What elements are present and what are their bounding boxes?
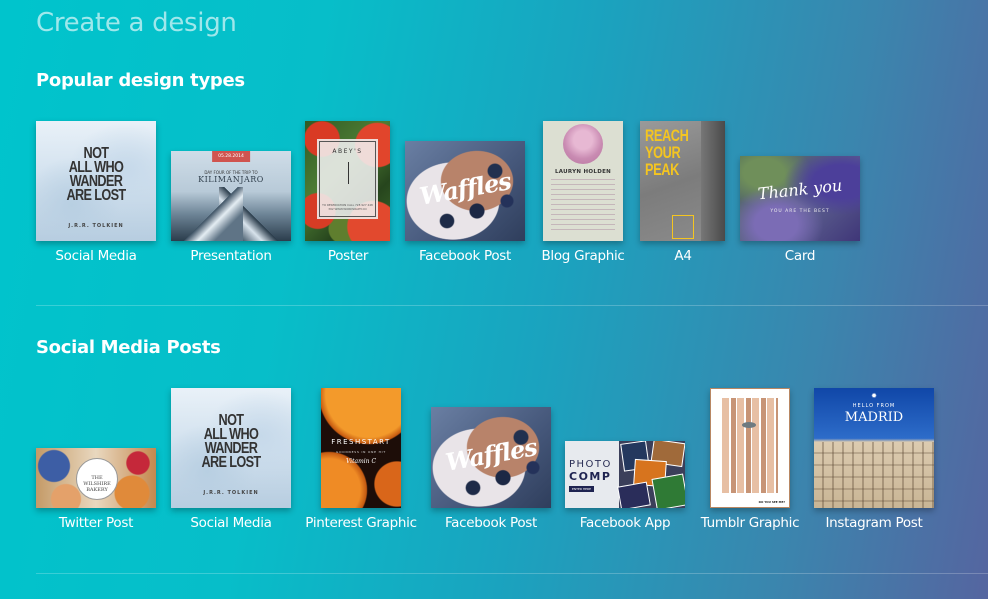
thumbnail-script: Vitamin C	[345, 457, 377, 465]
design-type-label[interactable]: Twitter Post	[59, 515, 133, 531]
thumbnail-a4[interactable]: REACH YOUR PEAK	[640, 121, 725, 241]
thumbnail-author: J.R.R. TOLKIEN	[68, 223, 124, 229]
photo-4	[618, 482, 650, 508]
design-type-label[interactable]: Presentation	[190, 248, 271, 264]
thumbnail-title: ABEY'S	[332, 148, 363, 156]
design-type-label[interactable]: Social Media	[190, 515, 272, 531]
design-type-label[interactable]: Facebook App	[580, 515, 671, 531]
thumbnail-pinterest-graphic[interactable]: FRESHSTART GOODNESS IN ONE HIT Vitamin C	[321, 388, 401, 508]
design-type-label[interactable]: Card	[785, 248, 816, 264]
thumbnail-title: KILIMANJARO	[198, 175, 264, 184]
badge-box	[672, 215, 694, 239]
section-title-popular-design-types: Popular design types	[36, 70, 245, 91]
thumbnail-instagram-post[interactable]: ✹ HELLO FROM MADRID	[814, 388, 934, 508]
mountain-image	[171, 187, 291, 241]
thumbnail-title: FRESHSTART	[331, 438, 391, 447]
design-type-label[interactable]: Poster	[328, 248, 369, 264]
thumbnail-subtitle: YOU ARE THE BEST	[770, 208, 830, 214]
design-type-label[interactable]: Facebook Post	[445, 515, 537, 531]
thumbnail-presentation[interactable]: 05.28.2014 DAY FOUR OF THE TRIP TO KILIM…	[171, 151, 291, 241]
thumbnail-social-media[interactable]: NOT ALL WHO WANDER ARE LOST J.R.R. TOLKI…	[171, 388, 291, 508]
design-type-label[interactable]: A4	[674, 248, 692, 264]
portrait-image	[563, 124, 603, 164]
design-type-label[interactable]: Social Media	[55, 248, 137, 264]
thumbnail-title: LAURYN HOLDEN	[554, 169, 612, 175]
thumbnail-date-badge: 05.28.2014	[212, 151, 250, 162]
photo-5	[652, 474, 685, 508]
thumbnail-title: Thank you	[756, 175, 844, 204]
thumbnail-quote: NOT ALL WHO WANDER ARE LOST	[201, 412, 261, 472]
text-lines	[551, 179, 615, 231]
thumbnail-caption: DO YOU SEE ME?	[758, 500, 785, 504]
thumbnail-facebook-app[interactable]: PHOTO COMP ENTER HERE	[565, 441, 685, 508]
thumbnail-facebook-post[interactable]: Waffles	[431, 407, 551, 508]
thumbnail-headline: REACH YOUR PEAK	[645, 126, 689, 179]
design-type-label[interactable]: Facebook Post	[419, 248, 511, 264]
thumbnail-poster[interactable]: ABEY'S TO RESERVATION CALL 728 927 448 3…	[305, 121, 390, 241]
thumbnail-title: MADRID	[844, 410, 904, 425]
rock-image	[701, 121, 725, 241]
thumbnail-tumblr-graphic[interactable]: DO YOU SEE ME?	[710, 388, 790, 508]
divider	[347, 162, 349, 185]
thumbnail-title: Waffles	[417, 166, 513, 211]
design-type-label[interactable]: Pinterest Graphic	[305, 515, 417, 531]
design-type-label[interactable]: Blog Graphic	[541, 248, 624, 264]
thumbnail-facebook-post[interactable]: Waffles	[405, 141, 525, 241]
page-title: Create a design	[36, 8, 237, 38]
thumbnail-social-media[interactable]: NOT ALL WHO WANDER ARE LOST J.R.R. TOLKI…	[36, 121, 156, 241]
bakery-logo: THE WILSHIRE BAKERY	[76, 458, 118, 500]
thumbnail-title: Waffles	[443, 432, 539, 478]
thumbnail-subtitle: HELLO FROM	[852, 403, 896, 409]
design-type-label[interactable]: Tumblr Graphic	[701, 515, 800, 531]
portrait-strips	[721, 398, 779, 493]
thumbnail-button: ENTER HERE	[569, 486, 595, 492]
thumbnail-fine-print: TO RESERVATION CALL 728 927 448 392 WWW.…	[322, 203, 373, 211]
thumbnail-title-line2: COMP	[569, 470, 612, 483]
thumbnail-quote: NOT ALL WHO WANDER ARE LOST	[66, 145, 126, 205]
thumbnail-title-line1: PHOTO	[569, 459, 612, 470]
star-icon: ✹	[871, 392, 877, 400]
design-type-label[interactable]: Instagram Post	[825, 515, 922, 531]
poster-card: ABEY'S TO RESERVATION CALL 728 927 448 3…	[316, 139, 379, 219]
section-divider	[36, 305, 988, 306]
section-divider	[36, 573, 988, 574]
thumbnail-blog-graphic[interactable]: LAURYN HOLDEN	[543, 121, 623, 241]
section-title-social-media-posts: Social Media Posts	[36, 337, 221, 358]
thumbnail-author: J.R.R. TOLKIEN	[203, 490, 259, 496]
thumbnail-subtitle: GOODNESS IN ONE HIT	[336, 450, 386, 455]
thumbnail-card[interactable]: Thank you YOU ARE THE BEST	[740, 156, 860, 241]
palace-image	[814, 442, 934, 508]
thumbnail-twitter-post[interactable]: THE WILSHIRE BAKERY	[36, 448, 156, 508]
